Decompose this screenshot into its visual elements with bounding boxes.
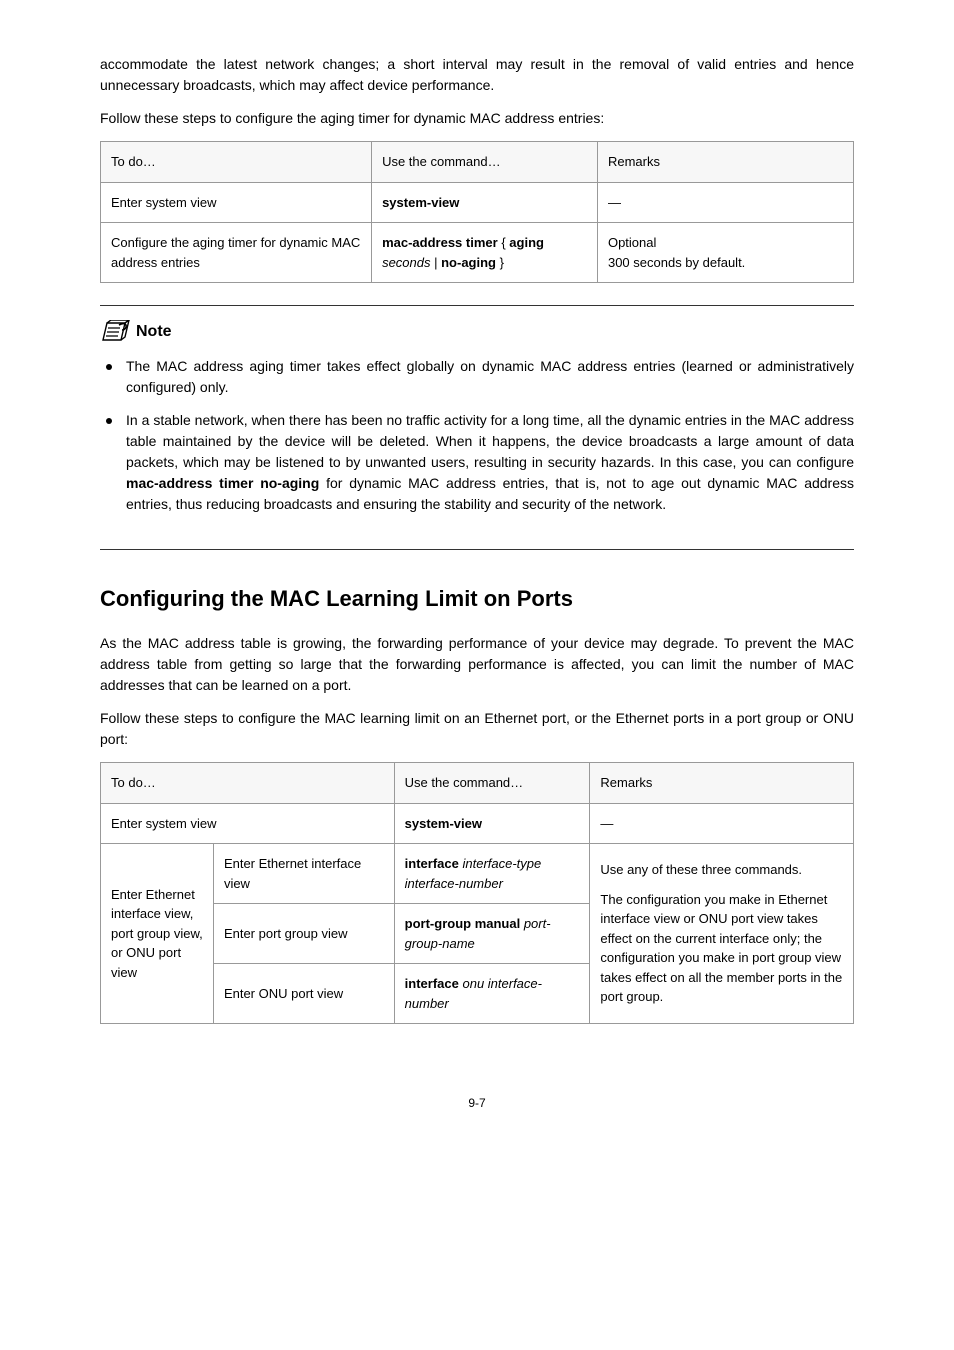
intro-paragraph-1: accommodate the latest network changes; … [100, 54, 854, 96]
note-text: In a stable network, when there has been… [126, 412, 854, 470]
mac-learning-table: To do… Use the command… Remarks Enter sy… [100, 762, 854, 1024]
note-heading: Note [100, 320, 854, 344]
cell-command: interface onu interface-number [394, 964, 590, 1024]
cmd-keyword: mac-address timer no-aging [126, 475, 319, 491]
cell-command: system-view [372, 182, 598, 223]
cmd-keyword: port-group manual [405, 916, 521, 931]
cmd-arg: seconds [382, 255, 430, 270]
remark-line: Optional [608, 233, 843, 253]
cell-remarks: — [590, 803, 854, 844]
cell-command: port-group manual port-group-name [394, 904, 590, 964]
cmd-text: } [496, 255, 504, 270]
note-list: The MAC address aging timer takes effect… [100, 356, 854, 515]
cmd-text: | [431, 255, 442, 270]
cell-remarks: — [597, 182, 853, 223]
table-header-row: To do… Use the command… Remarks [101, 142, 854, 183]
aging-timer-table: To do… Use the command… Remarks Enter sy… [100, 141, 854, 283]
table-row: Configure the aging timer for dynamic MA… [101, 223, 854, 283]
table-header-row: To do… Use the command… Remarks [101, 763, 854, 804]
remark-line: Use any of these three commands. [600, 860, 843, 880]
list-item: In a stable network, when there has been… [100, 410, 854, 515]
table-row: Enter system view system-view — [101, 182, 854, 223]
note-label: Note [136, 320, 172, 344]
page-number: 9-7 [100, 1094, 854, 1112]
cmd-text: { [498, 235, 510, 250]
cell-sub-todo: Enter ONU port view [213, 964, 394, 1024]
col-todo: To do… [101, 142, 372, 183]
note-icon [100, 320, 130, 344]
cell-sub-todo: Enter port group view [213, 904, 394, 964]
list-item: The MAC address aging timer takes effect… [100, 356, 854, 398]
cmd-keyword: system-view [405, 816, 482, 831]
cell-group-todo: Enter Ethernet interface view, port grou… [101, 844, 214, 1024]
cell-remarks: Optional 300 seconds by default. [597, 223, 853, 283]
section-paragraph-1: As the MAC address table is growing, the… [100, 633, 854, 696]
cmd-keyword: no-aging [441, 255, 496, 270]
page-container: accommodate the latest network changes; … [0, 0, 954, 1152]
remark-line: The configuration you make in Ethernet i… [600, 890, 843, 1007]
table-row: Enter system view system-view — [101, 803, 854, 844]
cell-todo: Enter system view [101, 182, 372, 223]
cell-command: interface interface-type interface-numbe… [394, 844, 590, 904]
cmd-keyword: aging [509, 235, 544, 250]
cell-sub-todo: Enter Ethernet interface view [213, 844, 394, 904]
cell-todo: Enter system view [101, 803, 395, 844]
cell-command: system-view [394, 803, 590, 844]
cell-remarks: Use any of these three commands. The con… [590, 844, 854, 1024]
col-todo: To do… [101, 763, 395, 804]
cmd-keyword: mac-address timer [382, 235, 498, 250]
cell-command: mac-address timer { aging seconds | no-a… [372, 223, 598, 283]
cell-todo: Configure the aging timer for dynamic MA… [101, 223, 372, 283]
section-title: Configuring the MAC Learning Limit on Po… [100, 582, 854, 615]
cmd-keyword: interface [405, 976, 459, 991]
table-row: Enter Ethernet interface view, port grou… [101, 844, 854, 904]
section-paragraph-2: Follow these steps to configure the MAC … [100, 708, 854, 750]
intro-paragraph-2: Follow these steps to configure the agin… [100, 108, 854, 129]
col-command: Use the command… [394, 763, 590, 804]
col-command: Use the command… [372, 142, 598, 183]
cmd-keyword: interface [405, 856, 459, 871]
remark-line: 300 seconds by default. [608, 253, 843, 273]
col-remarks: Remarks [597, 142, 853, 183]
col-remarks: Remarks [590, 763, 854, 804]
note-box: Note The MAC address aging timer takes e… [100, 305, 854, 550]
cmd-keyword: system-view [382, 195, 459, 210]
